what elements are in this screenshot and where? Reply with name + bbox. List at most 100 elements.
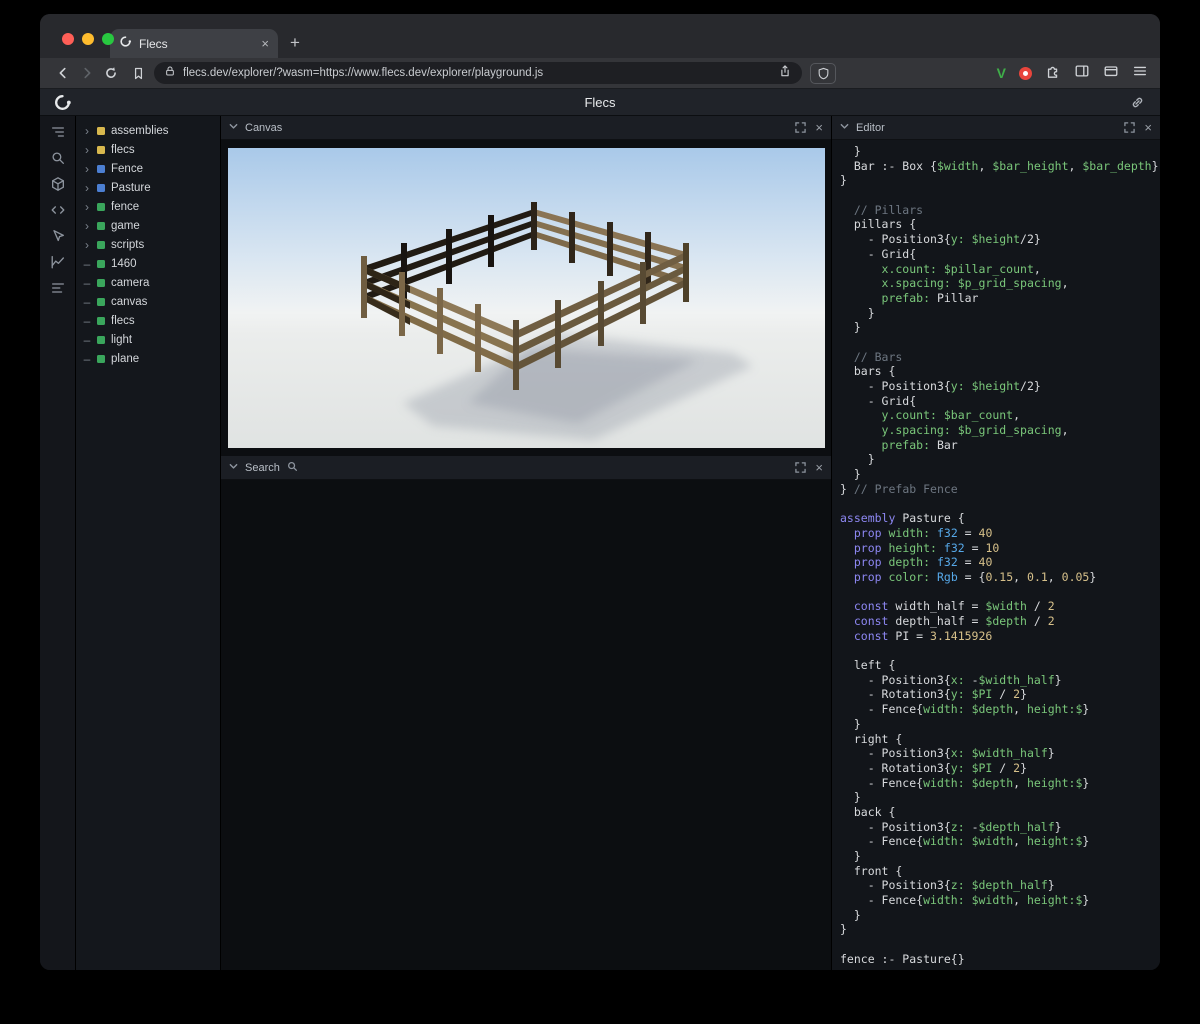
expand-arrow-icon[interactable]: › bbox=[83, 125, 91, 137]
expand-arrow-icon[interactable]: › bbox=[83, 239, 91, 251]
tree-item-canvas[interactable]: ‒ canvas bbox=[76, 292, 220, 311]
tree-item-label: canvas bbox=[111, 295, 148, 308]
search-panel-title: Search bbox=[245, 461, 280, 474]
code-line: fence :- Pasture{} bbox=[840, 951, 965, 966]
entity-color-square bbox=[97, 278, 105, 287]
close-icon[interactable]: × bbox=[815, 121, 823, 134]
code-line: - Position3{x: -$width_half} bbox=[840, 672, 1062, 687]
flecs-favicon-icon bbox=[119, 35, 132, 53]
inspector-icon[interactable] bbox=[47, 225, 69, 247]
tree-item-fence[interactable]: › fence bbox=[76, 197, 220, 216]
v-extension-icon[interactable]: V bbox=[997, 65, 1006, 81]
expand-arrow-icon[interactable]: › bbox=[83, 201, 91, 213]
close-icon[interactable]: × bbox=[815, 461, 823, 474]
tree-item-flecs[interactable]: ‒ flecs bbox=[76, 311, 220, 330]
code-line: left { bbox=[840, 658, 896, 673]
expand-arrow-icon[interactable]: › bbox=[83, 220, 91, 232]
canvas-body bbox=[221, 140, 831, 456]
code-line: - Grid{ bbox=[840, 246, 917, 261]
entity-color-square bbox=[97, 335, 105, 344]
chevron-down-icon[interactable] bbox=[229, 462, 238, 474]
forward-button[interactable] bbox=[76, 62, 98, 84]
code-line: - Fence{width: $depth, height:$} bbox=[840, 702, 1090, 717]
back-button[interactable] bbox=[52, 62, 74, 84]
code-icon[interactable] bbox=[47, 199, 69, 221]
url-bar[interactable]: flecs.dev/explorer/?wasm=https://www.fle… bbox=[154, 62, 802, 84]
chart-icon[interactable] bbox=[47, 251, 69, 273]
entity-color-square bbox=[97, 259, 105, 268]
tree-item-label: assemblies bbox=[111, 124, 169, 137]
code-line: } bbox=[840, 790, 861, 805]
cube-icon[interactable] bbox=[47, 173, 69, 195]
expand-arrow-icon[interactable]: › bbox=[83, 144, 91, 156]
code-line: - Position3{z: -$depth_half} bbox=[840, 819, 1062, 834]
tree-item-assemblies[interactable]: › assemblies bbox=[76, 121, 220, 140]
expand-arrow-icon[interactable]: › bbox=[83, 182, 91, 194]
3d-canvas[interactable] bbox=[228, 148, 825, 448]
expand-icon[interactable] bbox=[1121, 120, 1137, 136]
code-editor[interactable]: } Bar :- Box {$width, $bar_height, $bar_… bbox=[832, 140, 1160, 970]
chevron-down-icon[interactable] bbox=[840, 122, 849, 134]
bookmark-icon[interactable] bbox=[128, 63, 148, 83]
wallet-icon[interactable] bbox=[1103, 63, 1119, 84]
entity-tree-icon[interactable] bbox=[47, 121, 69, 143]
entity-color-square bbox=[97, 183, 105, 192]
tree-item-Fence[interactable]: › Fence bbox=[76, 159, 220, 178]
entity-color-square bbox=[97, 316, 105, 325]
window-minimize-button[interactable] bbox=[82, 33, 94, 45]
flecs-logo-icon[interactable] bbox=[53, 93, 72, 117]
expand-icon[interactable] bbox=[792, 120, 808, 136]
tree-item-label: plane bbox=[111, 352, 140, 365]
code-line: - Fence{width: $depth, height:$} bbox=[840, 775, 1090, 790]
tree-item-scripts[interactable]: › scripts bbox=[76, 235, 220, 254]
close-icon[interactable]: × bbox=[1144, 121, 1152, 134]
code-line: - Fence{width: $width, height:$} bbox=[840, 834, 1090, 849]
code-line: } bbox=[840, 452, 875, 467]
code-line: prop width: f32 = 40 bbox=[840, 525, 993, 540]
tree-item-flecs[interactable]: › flecs bbox=[76, 140, 220, 159]
code-line: prop depth: f32 = 40 bbox=[840, 555, 993, 570]
puzzle-icon[interactable] bbox=[1045, 63, 1061, 84]
code-line: - Rotation3{y: $PI / 2} bbox=[840, 760, 1028, 775]
browser-tab-flecs[interactable]: Flecs × bbox=[110, 29, 278, 58]
leaf-dash-icon: ‒ bbox=[83, 275, 91, 290]
tree-item-camera[interactable]: ‒ camera bbox=[76, 273, 220, 292]
leaf-dash-icon: ‒ bbox=[83, 294, 91, 309]
code-line: } bbox=[840, 849, 861, 863]
search-results-area[interactable] bbox=[221, 480, 831, 970]
tree-item-label: light bbox=[111, 333, 133, 346]
entity-color-square bbox=[97, 297, 105, 306]
leaf-dash-icon: ‒ bbox=[83, 332, 91, 347]
tree-item-Pasture[interactable]: › Pasture bbox=[76, 178, 220, 197]
reload-button[interactable] bbox=[100, 62, 122, 84]
sidebar-toggle-icon[interactable] bbox=[1074, 63, 1090, 84]
search-icon[interactable] bbox=[47, 147, 69, 169]
stats-icon[interactable] bbox=[47, 277, 69, 299]
window-zoom-button[interactable] bbox=[102, 33, 114, 45]
menu-icon[interactable] bbox=[1132, 63, 1148, 84]
code-line: const width_half = $width / 2 bbox=[840, 599, 1055, 614]
link-icon[interactable] bbox=[1130, 95, 1145, 115]
tree-item-plane[interactable]: ‒ plane bbox=[76, 349, 220, 368]
expand-arrow-icon[interactable]: › bbox=[83, 163, 91, 175]
tree-item-label: fence bbox=[111, 200, 140, 213]
window-close-button[interactable] bbox=[62, 33, 74, 45]
share-icon[interactable] bbox=[778, 64, 792, 83]
chevron-down-icon[interactable] bbox=[229, 122, 238, 134]
expand-icon[interactable] bbox=[792, 460, 808, 476]
search-icon bbox=[287, 461, 298, 475]
tree-item-1460[interactable]: ‒ 1460 bbox=[76, 254, 220, 273]
red-extension-icon[interactable] bbox=[1019, 66, 1032, 80]
lock-icon bbox=[164, 64, 176, 82]
tree-item-light[interactable]: ‒ light bbox=[76, 330, 220, 349]
code-line: // Pillars bbox=[840, 202, 924, 217]
tree-item-game[interactable]: › game bbox=[76, 216, 220, 235]
tab-close-icon[interactable]: × bbox=[261, 36, 269, 51]
new-tab-button[interactable]: + bbox=[290, 34, 300, 51]
traffic-lights bbox=[62, 33, 114, 45]
shield-icon[interactable] bbox=[810, 62, 836, 84]
code-line: } bbox=[840, 907, 861, 922]
canvas-panel-header: Canvas × bbox=[221, 116, 831, 140]
